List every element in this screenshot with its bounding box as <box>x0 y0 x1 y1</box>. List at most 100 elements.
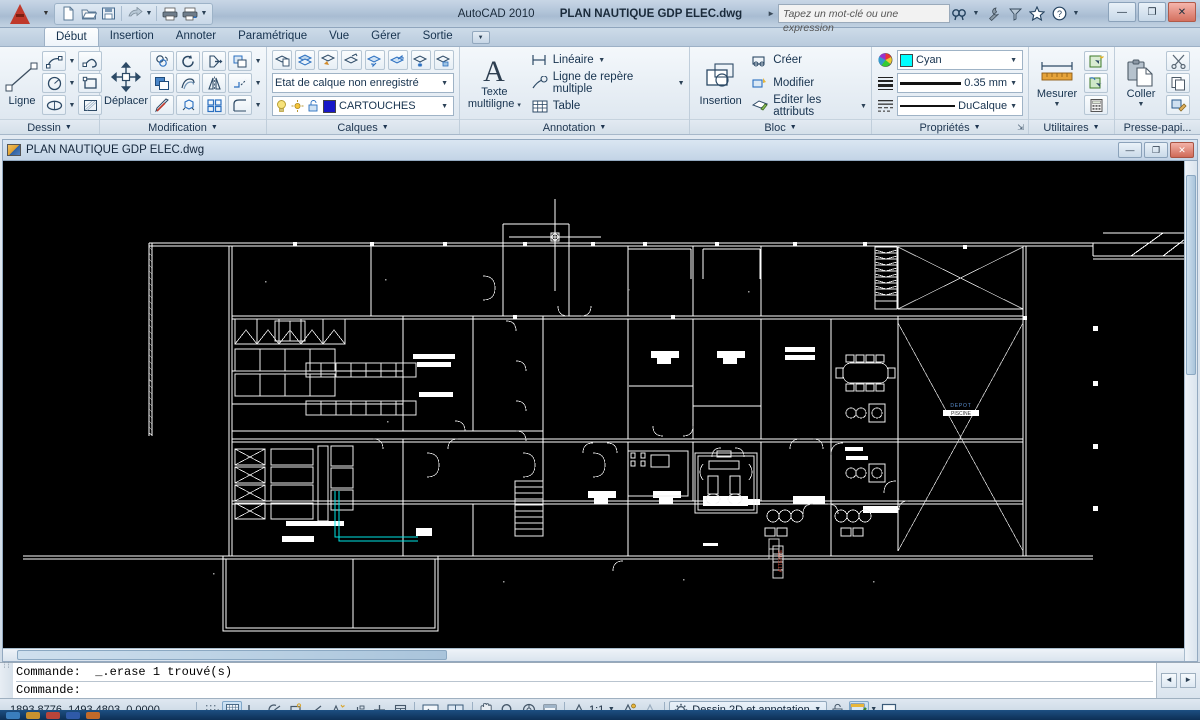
hatch-icon[interactable] <box>78 95 102 115</box>
help-caret-icon[interactable]: ▼ <box>1072 10 1080 17</box>
application-menu-button[interactable] <box>0 0 40 28</box>
document-close-button[interactable]: ✕ <box>1170 142 1194 158</box>
multiline-text-caret-icon[interactable]: ▾ <box>517 102 521 109</box>
document-minimize-button[interactable]: — <box>1118 142 1142 158</box>
plot-preview-icon[interactable] <box>180 5 199 23</box>
layer-bulb-icon[interactable] <box>275 99 288 113</box>
panel-proprietes-title[interactable]: Propriétés ▼ ⇲ <box>872 119 1028 135</box>
tab-debut[interactable]: Début <box>44 27 99 46</box>
rectangle-icon[interactable] <box>78 73 102 93</box>
match-properties-icon[interactable] <box>1166 95 1190 115</box>
ellipse-caret-icon[interactable]: ▼ <box>68 102 76 109</box>
calculator-icon[interactable] <box>1084 95 1108 115</box>
polyline-icon[interactable] <box>78 51 102 71</box>
vertical-scrollbar[interactable] <box>1184 161 1197 661</box>
color-wheel-icon[interactable] <box>877 52 894 68</box>
layer-off-icon[interactable] <box>365 50 385 70</box>
undo-dropdown-caret-icon[interactable]: ▼ <box>145 10 153 17</box>
fillet-icon[interactable] <box>228 73 252 93</box>
vertical-scrollbar-thumb[interactable] <box>1186 175 1196 375</box>
lineweight-icon[interactable] <box>877 75 894 91</box>
lineweight-combo[interactable]: 0.35 mm ▼ <box>897 73 1023 93</box>
line-button[interactable]: Ligne <box>4 51 40 115</box>
mirror-icon[interactable] <box>202 73 226 93</box>
measure-button[interactable]: Mesurer ▼ <box>1033 51 1081 115</box>
cut-icon[interactable] <box>1166 51 1190 71</box>
linetype-combo[interactable]: DuCalque ▼ <box>897 96 1023 116</box>
ribbon-minimize-icon[interactable]: ▼ <box>472 31 490 44</box>
dimension-linear-caret-icon[interactable]: ▼ <box>598 57 606 64</box>
command-prev-button[interactable]: ◄ <box>1161 673 1177 688</box>
open-icon[interactable] <box>79 5 98 23</box>
close-button[interactable]: ✕ <box>1168 2 1196 22</box>
block-create-item[interactable]: Créer <box>751 50 867 71</box>
chamfer-caret-icon[interactable]: ▼ <box>254 102 262 109</box>
measure-caret-icon[interactable]: ▼ <box>1053 101 1061 108</box>
tab-insertion[interactable]: Insertion <box>99 27 165 46</box>
paste-button[interactable]: Coller ▼ <box>1119 51 1163 115</box>
layer-state-combo[interactable]: Etat de calque non enregistré ▼ <box>272 73 454 93</box>
taskbar-item-1[interactable] <box>26 712 40 719</box>
layer-previous-icon[interactable] <box>341 50 361 70</box>
block-edit-item[interactable]: Modifier <box>751 73 867 94</box>
panel-utilitaires-caret-icon[interactable]: ▼ <box>1093 124 1100 131</box>
circle-icon[interactable] <box>42 73 66 93</box>
drawing-canvas[interactable]: DEPOT PISCINE ATTENTE <box>2 160 1198 662</box>
layer-unlock-icon[interactable] <box>307 99 320 113</box>
panel-dessin-caret-icon[interactable]: ▼ <box>65 124 72 131</box>
wrench-icon[interactable] <box>984 4 1002 23</box>
multileader-caret-icon[interactable]: ▼ <box>677 80 685 87</box>
search-caret-icon[interactable]: ▼ <box>972 10 980 17</box>
copy-icon[interactable] <box>150 51 174 71</box>
arc-icon[interactable] <box>42 51 66 71</box>
layer-make-current-icon[interactable] <box>318 50 338 70</box>
tab-vue[interactable]: Vue <box>318 27 360 46</box>
layer-color-swatch[interactable] <box>323 100 336 113</box>
table-item[interactable]: Table <box>531 96 685 117</box>
panel-modification-title[interactable]: Modification ▼ <box>100 119 266 135</box>
taskbar-item-3[interactable] <box>66 712 80 719</box>
array-caret-icon[interactable]: ▼ <box>254 58 262 65</box>
trim-icon[interactable] <box>202 51 226 71</box>
copy-clip-icon[interactable] <box>1166 73 1190 93</box>
linetype-caret-icon[interactable]: ▼ <box>1010 103 1020 110</box>
object-color-caret-icon[interactable]: ▼ <box>1010 57 1020 64</box>
document-title-bar[interactable]: PLAN NAUTIQUE GDP ELEC.dwg — ❐ ✕ <box>2 139 1198 160</box>
multileader-item[interactable]: Ligne de repère multiple ▼ <box>531 73 685 94</box>
linetype-icon[interactable] <box>877 98 894 114</box>
tab-parametrique[interactable]: Paramétrique <box>227 27 318 46</box>
rotate-icon[interactable] <box>176 51 200 71</box>
panel-dessin-title[interactable]: Dessin ▼ <box>0 119 99 135</box>
layer-isolate-icon[interactable] <box>388 50 408 70</box>
attribute-edit-caret-icon[interactable]: ▼ <box>860 103 867 110</box>
layer-properties-icon[interactable] <box>272 50 292 70</box>
layer-state-caret-icon[interactable]: ▼ <box>441 80 451 87</box>
panel-annotation-caret-icon[interactable]: ▼ <box>599 124 606 131</box>
insert-block-button[interactable]: Insertion <box>694 51 747 115</box>
measure-geometry-icon[interactable] <box>1084 73 1108 93</box>
panel-proprietes-dialog-launcher-icon[interactable]: ⇲ <box>1017 123 1024 132</box>
lineweight-caret-icon[interactable]: ▼ <box>1010 80 1020 87</box>
multiline-text-button[interactable]: A Texte multiligne ▾ <box>464 51 525 115</box>
panel-annotation-title[interactable]: Annotation ▼ <box>460 119 689 135</box>
panel-bloc-caret-icon[interactable]: ▼ <box>790 124 797 131</box>
dimension-linear-item[interactable]: Linéaire ▼ <box>531 50 685 71</box>
panel-calques-title[interactable]: Calques ▼ <box>267 119 459 135</box>
tab-sortie[interactable]: Sortie <box>412 27 464 46</box>
move-button[interactable]: Déplacer <box>104 51 148 115</box>
help-icon[interactable]: ? <box>1050 4 1068 23</box>
erase-icon[interactable] <box>150 95 174 115</box>
search-icon[interactable] <box>950 4 968 23</box>
document-restore-button[interactable]: ❐ <box>1144 142 1168 158</box>
panel-bloc-title[interactable]: Bloc ▼ <box>690 119 871 135</box>
taskbar-item-4[interactable] <box>86 712 100 719</box>
panel-calques-caret-icon[interactable]: ▼ <box>382 124 389 131</box>
app-menu-caret-icon[interactable]: ▼ <box>40 0 52 28</box>
tab-gerer[interactable]: Gérer <box>360 27 411 46</box>
attribute-edit-item[interactable]: Editer les attributs ▼ <box>751 96 867 117</box>
ellipse-icon[interactable] <box>42 95 66 115</box>
arc-caret-icon[interactable]: ▼ <box>68 58 76 65</box>
signin-icon[interactable] <box>1006 4 1024 23</box>
taskbar-start-orb[interactable] <box>6 712 20 719</box>
panel-utilitaires-title[interactable]: Utilitaires ▼ <box>1029 119 1114 135</box>
